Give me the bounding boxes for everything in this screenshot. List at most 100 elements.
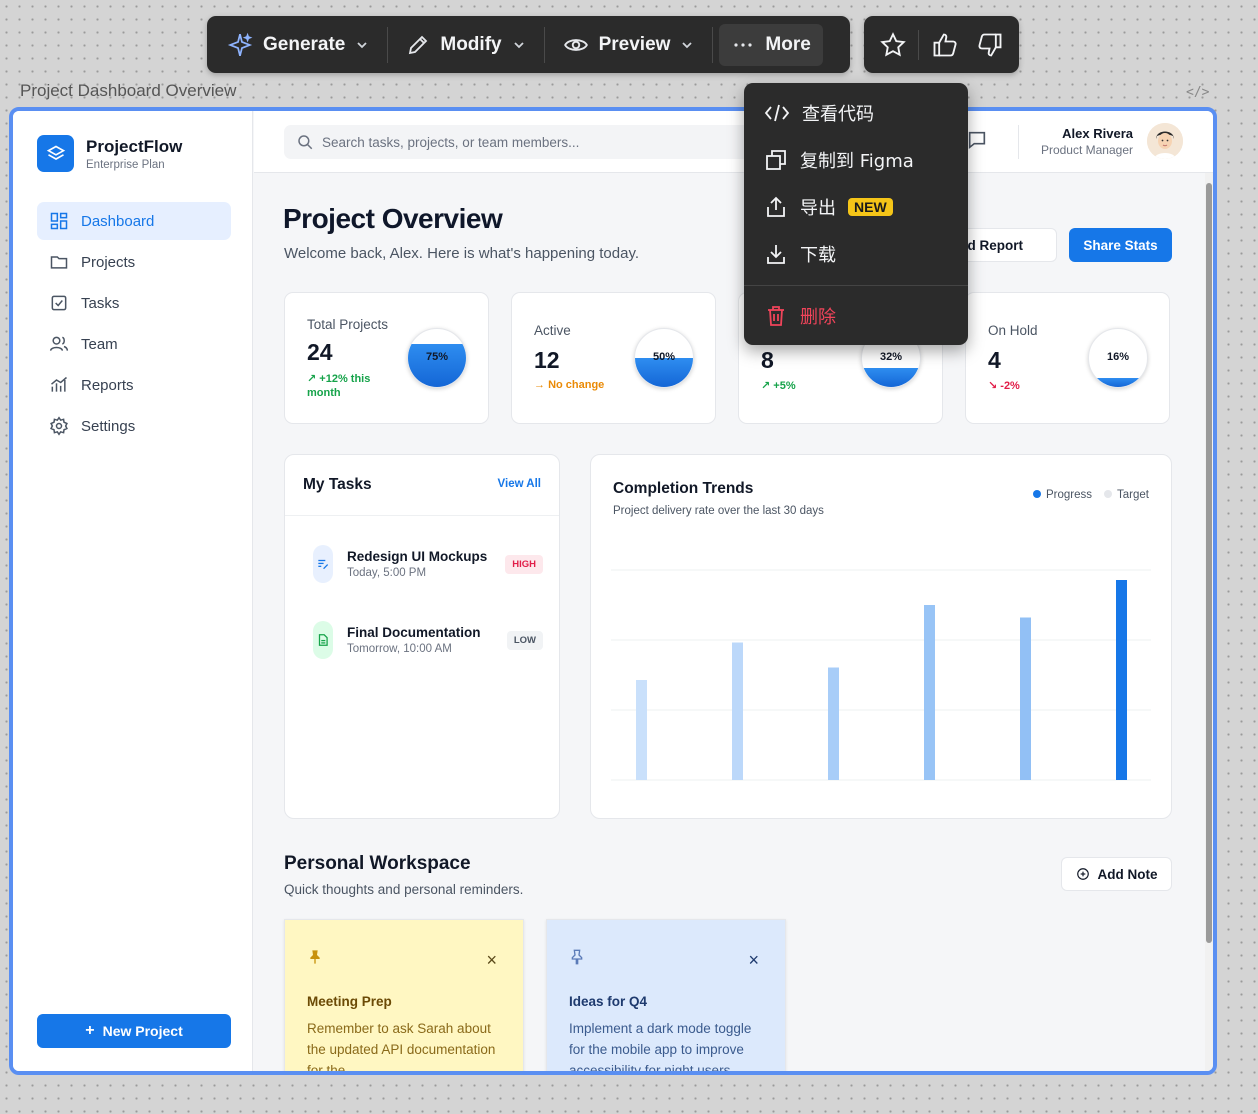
- note-card: × Ideas for Q4 Implement a dark mode tog…: [546, 919, 786, 1071]
- preview-label: Preview: [598, 33, 671, 55]
- brand-name: ProjectFlow: [86, 136, 183, 156]
- task-title: Final Documentation: [347, 625, 481, 640]
- share-stats-button[interactable]: Share Stats: [1069, 228, 1172, 262]
- sidebar-item-label: Projects: [81, 253, 136, 271]
- chevron-down-icon: [682, 41, 693, 48]
- sidebar-item-label: Tasks: [81, 294, 120, 312]
- priority-badge: LOW: [506, 630, 543, 650]
- task-time: Tomorrow, 10:00 AM: [347, 643, 452, 655]
- add-note-button[interactable]: Add Note: [1061, 857, 1172, 891]
- menu-item-label: 下载: [800, 244, 836, 266]
- copy-icon: [766, 149, 786, 170]
- stat-label: Active: [534, 323, 571, 338]
- sidebar-item-label: Settings: [81, 417, 136, 435]
- stat-card: Total Projects 24 ↗ +12% this month 75%: [284, 292, 489, 424]
- chart-bar[interactable]: [732, 642, 743, 781]
- menu-item-view-code[interactable]: 查看代码: [744, 89, 968, 136]
- my-tasks-title: My Tasks: [303, 476, 372, 493]
- chart-bar[interactable]: [636, 680, 647, 780]
- legend-item-target: Target: [1104, 489, 1149, 501]
- preview-button[interactable]: Preview: [551, 24, 707, 66]
- trend-flat-icon: →: [534, 379, 545, 391]
- user-name: Alex Rivera: [1062, 125, 1133, 141]
- brand[interactable]: ProjectFlow Enterprise Plan: [37, 135, 182, 172]
- gauge-percent: 50%: [652, 351, 676, 363]
- user-menu[interactable]: Alex Rivera Product Manager: [1041, 123, 1183, 159]
- sidebar: ProjectFlow Enterprise Plan Dashboard Pr…: [13, 111, 253, 1071]
- note-body: Implement a dark mode toggle for the mob…: [569, 1021, 752, 1071]
- scrollbar[interactable]: [1205, 173, 1213, 1071]
- plus-icon: +: [85, 1022, 95, 1039]
- menu-item-label: 查看代码: [802, 103, 874, 125]
- gauge-fill: [1089, 377, 1147, 387]
- menu-item-label: 复制到 Figma: [800, 150, 914, 172]
- sidebar-item-projects[interactable]: Projects: [37, 243, 231, 281]
- search-input[interactable]: [322, 134, 762, 150]
- more-label: More: [765, 33, 811, 55]
- new-badge: NEW: [848, 197, 893, 216]
- export-icon: [767, 196, 785, 217]
- gauge-percent: 75%: [425, 351, 449, 363]
- sidebar-item-settings[interactable]: Settings: [37, 407, 231, 445]
- chart-bar[interactable]: [924, 605, 935, 780]
- sparkle-icon: [227, 32, 253, 56]
- document-icon: [313, 621, 333, 659]
- gear-icon: [50, 416, 68, 436]
- gauge-percent: 32%: [879, 351, 903, 363]
- chevron-down-icon: [513, 41, 524, 48]
- chart-bar[interactable]: [1020, 617, 1031, 781]
- trend-down-icon: ↘: [988, 380, 998, 392]
- thumbs-up-button[interactable]: [925, 25, 965, 65]
- sidebar-item-dashboard[interactable]: Dashboard: [37, 202, 231, 240]
- chart-legend: Progress Target: [1033, 489, 1149, 501]
- more-button[interactable]: More: [719, 23, 823, 66]
- thumbs-down-button[interactable]: [970, 25, 1010, 65]
- sidebar-item-tasks[interactable]: Tasks: [37, 284, 231, 322]
- star-button[interactable]: [873, 25, 913, 65]
- stat-trend-text: No change: [548, 379, 605, 391]
- workspace-subtitle: Quick thoughts and personal reminders.: [284, 882, 524, 897]
- topbar: Alex Rivera Product Manager: [254, 111, 1213, 173]
- close-icon[interactable]: ×: [748, 950, 759, 971]
- generate-button[interactable]: Generate: [215, 24, 381, 66]
- sidebar-item-team[interactable]: Team: [37, 325, 231, 363]
- star-icon: [879, 31, 906, 57]
- modify-button[interactable]: Modify: [394, 24, 537, 66]
- code-toggle-icon[interactable]: </>: [1186, 85, 1209, 100]
- trend-up-icon: ↗: [761, 380, 771, 392]
- menu-item-label: 导出: [800, 197, 836, 219]
- toolbar-divider: [712, 26, 714, 63]
- view-all-link[interactable]: View All: [498, 478, 541, 490]
- note-body: Remember to ask Sarah about the updated …: [307, 1021, 496, 1071]
- chart-bar[interactable]: [828, 667, 839, 781]
- menu-divider: [744, 285, 968, 286]
- scrollbar-thumb[interactable]: [1206, 183, 1212, 943]
- stat-card: On Hold 4 ↘ -2% 16%: [965, 292, 1170, 424]
- chat-icon[interactable]: [966, 129, 988, 151]
- list-item[interactable]: Final Documentation Tomorrow, 10:00 AM L…: [313, 618, 543, 662]
- frame-label: Project Dashboard Overview: [20, 81, 237, 100]
- download-icon: [767, 244, 785, 264]
- sidebar-nav: Dashboard Projects Tasks Team Reports Se…: [37, 202, 231, 448]
- sidebar-item-reports[interactable]: Reports: [37, 366, 231, 404]
- new-project-button[interactable]: + New Project: [37, 1014, 231, 1048]
- legend-label: Progress: [1046, 489, 1093, 501]
- chart-bar[interactable]: [1116, 580, 1127, 780]
- pin-icon[interactable]: [307, 948, 323, 966]
- menu-item-download[interactable]: 下载: [744, 230, 968, 277]
- add-note-label: Add Note: [1097, 866, 1158, 882]
- task-time: Today, 5:00 PM: [347, 567, 427, 579]
- menu-item-delete[interactable]: 删除: [744, 292, 968, 339]
- progress-gauge: 75%: [407, 328, 467, 388]
- trend-up-icon: ↗: [307, 373, 317, 385]
- my-tasks-card: My Tasks View All Redesign UI Mockups To…: [284, 454, 560, 819]
- list-item[interactable]: Redesign UI Mockups Today, 5:00 PM HIGH: [313, 542, 543, 586]
- progress-gauge: 16%: [1088, 328, 1148, 388]
- avatar[interactable]: [1147, 123, 1183, 159]
- pin-icon[interactable]: [569, 948, 585, 966]
- bar-chart: [611, 569, 1151, 781]
- eye-icon: [563, 38, 588, 51]
- menu-item-export[interactable]: 导出 NEW: [744, 183, 968, 230]
- close-icon[interactable]: ×: [486, 950, 497, 971]
- menu-item-copy-figma[interactable]: 复制到 Figma: [744, 136, 968, 183]
